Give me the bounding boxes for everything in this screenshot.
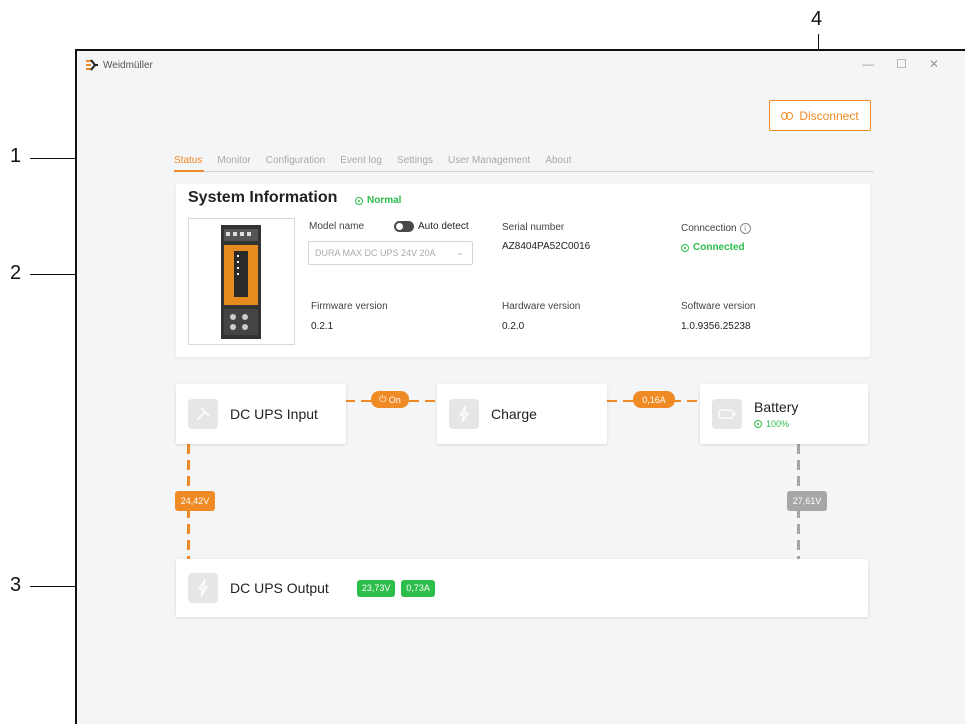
tab-event-log[interactable]: Event log <box>340 154 391 172</box>
dc-ups-output-box: DC UPS Output 23,73V 0,73A <box>176 559 868 617</box>
output-voltage-pill: 23,73V <box>356 579 396 597</box>
battery-box: Battery 100% <box>700 384 868 444</box>
callout-number-1: 1 <box>10 145 22 167</box>
maximize-icon[interactable]: ☐ <box>896 57 907 71</box>
output-current-pill: 0,73A <box>401 579 435 597</box>
battery-voltage-pill: 27,61V <box>787 491 827 511</box>
tab-monitor[interactable]: Monitor <box>217 154 259 172</box>
brand-name: Weidmüller <box>103 59 153 71</box>
power-icon: ⏻ <box>379 394 389 404</box>
window-controls: — ☐ ✕ <box>862 57 939 71</box>
callout-number-2: 2 <box>10 262 22 284</box>
system-status-text: Normal <box>367 195 402 206</box>
plug-icon <box>188 399 218 429</box>
output-bolt-icon <box>188 573 218 603</box>
system-information-card: System Information Normal Model name Aut… <box>176 184 870 357</box>
device-image <box>188 218 295 345</box>
battery-status-text: 100% <box>766 419 790 429</box>
charge-bolt-icon <box>449 399 479 429</box>
battery-icon <box>712 399 742 429</box>
tab-user-management[interactable]: User Management <box>448 154 539 172</box>
software-version-label: Software version <box>681 301 756 312</box>
app-window: Weidmüller — ☐ ✕ Disconnect Status Monit… <box>75 49 965 724</box>
charge-current-pill: 0,16A <box>633 391 675 408</box>
close-icon[interactable]: ✕ <box>929 57 939 71</box>
connected-dot-icon <box>681 243 689 252</box>
link-icon <box>781 109 794 123</box>
system-status-badge: Normal <box>355 195 401 206</box>
charge-label: Charge <box>491 406 537 422</box>
minimize-icon[interactable]: — <box>862 57 874 71</box>
model-select-value: DURA MAX DC UPS 24V 20A <box>315 248 436 258</box>
tab-settings[interactable]: Settings <box>397 154 442 172</box>
serial-number-value: AZ8404PA52C0016 <box>502 241 591 252</box>
disconnect-button[interactable]: Disconnect <box>769 100 871 131</box>
brand: Weidmüller <box>85 59 153 71</box>
dc-ups-output-label: DC UPS Output <box>230 580 329 596</box>
screenshot-stage: 4 1 2 3 Weidmüller — ☐ ✕ Disconnect Stat… <box>0 0 965 724</box>
model-select[interactable]: DURA MAX DC UPS 24V 20A ⌄ <box>308 241 473 265</box>
serial-number-label: Serial number <box>502 222 565 233</box>
hardware-version-value: 0.2.0 <box>502 321 525 332</box>
hardware-version-label: Hardware version <box>502 301 581 312</box>
info-icon[interactable]: i <box>739 223 751 234</box>
connection-label-text: Conncection <box>681 223 737 234</box>
input-voltage-pill: 24,42V <box>175 491 215 511</box>
connection-label: Conncection i <box>681 223 751 234</box>
battery-label: Battery <box>754 399 799 415</box>
dc-ups-input-box: DC UPS Input <box>176 384 346 444</box>
callout-number-3: 3 <box>10 574 22 596</box>
switch-state-pill: ⏻ On <box>371 391 409 408</box>
battery-dot-icon <box>754 420 762 428</box>
firmware-version-value: 0.2.1 <box>311 321 334 332</box>
switch-state-text: On <box>388 394 401 405</box>
chevron-down-icon: ⌄ <box>456 247 464 257</box>
tab-bar: Status Monitor Configuration Event log S… <box>174 154 874 172</box>
dc-ups-input-label: DC UPS Input <box>230 406 318 422</box>
system-information-title: System Information <box>188 189 338 206</box>
firmware-version-label: Firmware version <box>311 301 388 312</box>
model-name-label: Model name <box>309 221 365 232</box>
weidmuller-logo-icon <box>85 59 99 71</box>
battery-text: Battery 100% <box>754 399 798 429</box>
status-dot-icon <box>355 196 363 205</box>
title-bar: Weidmüller — ☐ ✕ <box>77 51 965 81</box>
disconnect-label: Disconnect <box>799 108 859 123</box>
tab-configuration[interactable]: Configuration <box>266 154 334 172</box>
battery-status: 100% <box>754 419 798 429</box>
tab-about[interactable]: About <box>545 154 580 172</box>
callout-number-4: 4 <box>811 8 823 30</box>
charge-box: Charge <box>437 384 607 444</box>
auto-detect-toggle[interactable] <box>394 221 414 232</box>
connection-value: Connected <box>693 242 745 253</box>
connection-status: Connected <box>681 242 745 253</box>
software-version-value: 1.0.9356.25238 <box>681 321 751 332</box>
auto-detect-label: Auto detect <box>418 221 469 232</box>
tab-status[interactable]: Status <box>174 154 205 172</box>
